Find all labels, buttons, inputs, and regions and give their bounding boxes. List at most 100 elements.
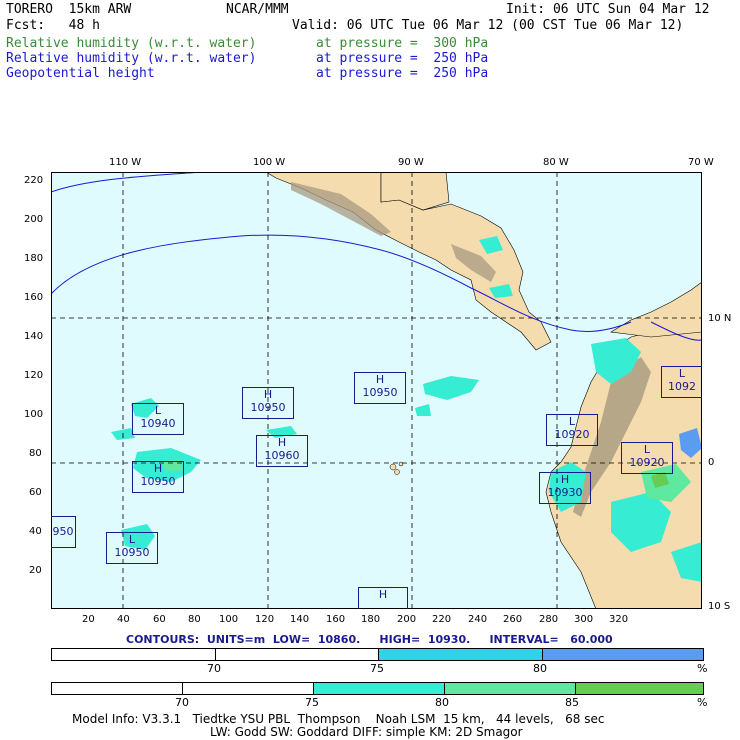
colorbar-segment (52, 683, 183, 694)
marker-type: L (568, 415, 576, 428)
lon-label-80w: 80 W (543, 157, 569, 168)
galapagos-island (389, 463, 397, 471)
field-2-name: Relative humidity (w.r.t. water) (6, 51, 257, 66)
x-tick-label: 120 (255, 614, 275, 625)
marker-value: 10950 (362, 386, 398, 399)
y-tick-label: 40 (29, 526, 42, 537)
lat-label-10n: 10 N (708, 313, 732, 324)
forecast-hour: Fcst: 48 h (6, 18, 100, 33)
x-tick-label: 180 (361, 614, 381, 625)
marker-type: H (263, 388, 273, 401)
colorbar-unit: % (697, 662, 708, 675)
colorbar-label: 85 (565, 696, 579, 709)
field-1-name: Relative humidity (w.r.t. water) (6, 36, 257, 51)
field-3-level: at pressure = 250 hPa (316, 66, 489, 81)
high-pressure-marker: H 10930 (539, 472, 591, 504)
y-tick-label: 120 (24, 370, 44, 381)
low-pressure-marker: L 10950 (106, 532, 158, 564)
lon-label-70w: 70 W (688, 157, 714, 168)
colorbar-segment (314, 683, 445, 694)
marker-value: 1092 (668, 380, 696, 393)
colorbar-segment (183, 683, 314, 694)
y-tick-label: 80 (29, 448, 42, 459)
x-tick-label: 320 (609, 614, 629, 625)
high-pressure-marker: H 10950 (132, 461, 184, 493)
contours-info: CONTOURS: UNITS=m LOW= 10860. HIGH= 1093… (126, 633, 613, 646)
colorbar-250hpa (51, 648, 704, 661)
colorbar-label: 75 (370, 662, 384, 675)
y-tick-label: 140 (24, 331, 44, 342)
colorbar-segment (543, 649, 703, 660)
high-pressure-marker: H (358, 587, 408, 609)
marker-type: L (678, 367, 686, 380)
model-info-line-1: Model Info: V3.3.1 Tiedtke YSU PBL Thomp… (72, 712, 605, 726)
x-tick-label: 20 (82, 614, 95, 625)
partial-marker: 950 (51, 516, 76, 548)
y-tick-label: 160 (24, 292, 44, 303)
x-tick-label: 280 (539, 614, 559, 625)
marker-type: H (277, 436, 287, 449)
lon-label-100w: 100 W (253, 157, 286, 168)
galapagos-island (394, 469, 400, 475)
marker-type: H (153, 462, 163, 475)
colorbar-unit: % (697, 696, 708, 709)
high-pressure-marker: H 10950 (354, 372, 406, 404)
marker-type: H (375, 373, 385, 386)
colorbar-segment (445, 683, 576, 694)
marker-value: 10940 (140, 417, 176, 430)
marker-value: 10950 (114, 546, 150, 559)
colorbar-label: 80 (435, 696, 449, 709)
y-tick-label: 60 (29, 487, 42, 498)
y-tick-label: 180 (24, 253, 44, 264)
x-tick-label: 80 (188, 614, 201, 625)
marker-type: L (643, 443, 651, 456)
model-info-line-2: LW: Godd SW: Goddard DIFF: simple KM: 2D… (210, 725, 523, 739)
colorbar-segment (379, 649, 543, 660)
lon-label-90w: 90 W (398, 157, 424, 168)
marker-type: H (560, 473, 570, 486)
low-pressure-marker: L 10920 (621, 442, 673, 474)
x-tick-label: 160 (326, 614, 346, 625)
colorbar-label: 80 (533, 662, 547, 675)
x-tick-label: 260 (503, 614, 523, 625)
high-pressure-marker: H 10950 (242, 387, 294, 419)
marker-value: 10920 (629, 456, 665, 469)
y-tick-label: 220 (24, 175, 44, 186)
model-title: TORERO 15km ARW (6, 2, 132, 17)
x-tick-label: 140 (290, 614, 310, 625)
y-tick-label: 200 (24, 214, 44, 225)
x-tick-label: 300 (574, 614, 594, 625)
lat-label-10s: 10 S (708, 601, 731, 612)
colorbar-segment (216, 649, 379, 660)
x-tick-label: 40 (117, 614, 130, 625)
marker-value: 950 (52, 525, 74, 538)
marker-type: H (378, 588, 388, 601)
low-pressure-marker: L 10940 (132, 403, 184, 435)
marker-value: 10930 (547, 486, 583, 499)
lon-label-110w: 110 W (109, 157, 142, 168)
marker-value: 10950 (140, 475, 176, 488)
marker-value: 10960 (264, 449, 300, 462)
marker-type: L (128, 533, 136, 546)
field-3-name: Geopotential height (6, 66, 155, 81)
lat-label-0: 0 (708, 457, 715, 468)
colorbar-segment (52, 649, 216, 660)
x-tick-label: 60 (153, 614, 166, 625)
high-pressure-marker: H 10960 (256, 435, 308, 467)
colorbar-label: 70 (175, 696, 189, 709)
field-2-level: at pressure = 250 hPa (316, 51, 489, 66)
marker-value: 10920 (554, 428, 590, 441)
colorbar-label: 75 (305, 696, 319, 709)
organization: NCAR/MMM (226, 2, 289, 17)
low-pressure-marker: L 1092 (661, 366, 702, 398)
x-tick-label: 220 (432, 614, 452, 625)
field-1-level: at pressure = 300 hPa (316, 36, 489, 51)
x-tick-label: 100 (219, 614, 239, 625)
colorbar-segment (576, 683, 703, 694)
marker-type: L (154, 404, 162, 417)
colorbar-300hpa (51, 682, 704, 695)
low-pressure-marker: L 10920 (546, 414, 598, 446)
x-tick-label: 200 (397, 614, 417, 625)
y-tick-label: 20 (29, 565, 42, 576)
valid-time: Valid: 06 UTC Tue 06 Mar 12 (00 CST Tue … (292, 18, 684, 33)
